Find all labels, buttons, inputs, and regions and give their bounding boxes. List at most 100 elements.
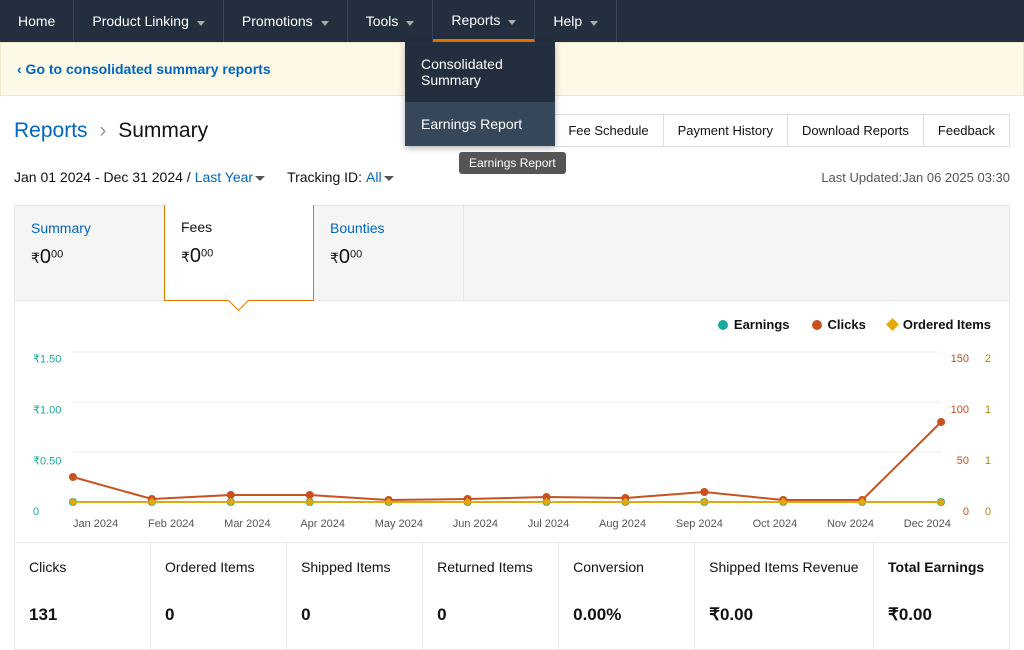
x-tick: Aug 2024 — [599, 518, 646, 530]
legend-clicks-label: Clicks — [828, 317, 866, 332]
last-updated-label: Last Updated: — [821, 170, 902, 185]
stat-total-earnings-value: ₹0.00 — [888, 605, 995, 625]
y-left-tick: ₹1.00 — [33, 404, 61, 417]
x-tick: May 2024 — [375, 518, 423, 530]
legend-earnings[interactable]: Earnings — [718, 317, 790, 332]
tab-summary-value: ₹000 — [31, 246, 148, 269]
nav-help[interactable]: Help — [535, 0, 617, 42]
breadcrumb-parent[interactable]: Reports — [14, 119, 88, 142]
y-right2-tick: 1 — [985, 455, 991, 467]
legend-ordered-items-label: Ordered Items — [903, 317, 991, 332]
chevron-down-icon — [255, 176, 265, 181]
dropdown-consolidated-summary[interactable]: Consolidated Summary — [405, 42, 555, 102]
breadcrumb: Reports › Summary — [14, 119, 208, 143]
chart: ₹1.50 ₹1.00 ₹0.50 0 150 100 50 0 2 1 1 0 — [33, 342, 991, 512]
legend-dot-icon — [812, 320, 822, 330]
x-tick: Jun 2024 — [453, 518, 498, 530]
stat-returned-items-label: Returned Items — [437, 559, 544, 575]
x-tick: Sep 2024 — [676, 518, 723, 530]
stat-shipped-revenue-value: ₹0.00 — [709, 605, 859, 625]
date-preset-selector[interactable]: Last Year — [195, 169, 265, 185]
y-right1-tick: 0 — [963, 506, 969, 518]
legend-earnings-label: Earnings — [734, 317, 790, 332]
legend-dot-icon — [718, 320, 728, 330]
nav-promotions-label: Promotions — [242, 13, 313, 29]
tracking-id-selector[interactable]: All — [366, 169, 394, 185]
stat-total-earnings: Total Earnings ₹0.00 — [874, 543, 1009, 649]
tracking-id-value: All — [366, 169, 382, 185]
y-left-tick: ₹1.50 — [33, 353, 61, 366]
chart-legend: Earnings Clicks Ordered Items — [33, 317, 991, 332]
stat-ordered-items-value: 0 — [165, 605, 272, 625]
banner-link[interactable]: ‹ Go to consolidated summary reports — [17, 61, 271, 77]
y-right2-tick: 0 — [985, 506, 991, 518]
stat-conversion-label: Conversion — [573, 559, 680, 575]
stat-conversion-value: 0.00% — [573, 605, 680, 625]
stat-returned-items-value: 0 — [437, 605, 544, 625]
nav-product-linking-label: Product Linking — [92, 13, 189, 29]
stat-shipped-items: Shipped Items 0 — [287, 543, 423, 649]
nav-home[interactable]: Home — [0, 0, 74, 42]
stat-shipped-revenue: Shipped Items Revenue ₹0.00 — [695, 543, 874, 649]
stat-total-earnings-label: Total Earnings — [888, 559, 995, 575]
date-preset-label: Last Year — [195, 169, 253, 185]
dropdown-earnings-label: Earnings Report — [421, 116, 522, 132]
tab-summary-label: Summary — [31, 220, 148, 236]
tab-fees[interactable]: Fees ₹000 — [164, 205, 314, 301]
x-tick: Feb 2024 — [148, 518, 194, 530]
nav-home-label: Home — [18, 13, 55, 29]
legend-clicks[interactable]: Clicks — [812, 317, 866, 332]
tracking-id-label: Tracking ID: — [287, 169, 362, 185]
x-tick: Jul 2024 — [528, 518, 570, 530]
stat-ordered-items-label: Ordered Items — [165, 559, 272, 575]
legend-ordered-items[interactable]: Ordered Items — [888, 317, 991, 332]
legend-diamond-icon — [886, 318, 899, 331]
nav-product-linking[interactable]: Product Linking — [74, 0, 224, 42]
link-fee-schedule[interactable]: Fee Schedule — [554, 115, 663, 146]
reports-dropdown: Consolidated Summary Earnings Report — [405, 42, 555, 146]
summary-tabs: Summary ₹000 Fees ₹000 Bounties ₹000 — [14, 205, 1010, 301]
tab-fees-label: Fees — [181, 219, 297, 235]
chevron-down-icon — [321, 13, 329, 29]
tab-summary[interactable]: Summary ₹000 — [15, 206, 165, 300]
y-right2-tick: 1 — [985, 404, 991, 416]
link-download-reports[interactable]: Download Reports — [788, 115, 924, 146]
x-tick: Mar 2024 — [224, 518, 270, 530]
stats-row: Clicks 131 Ordered Items 0 Shipped Items… — [14, 543, 1010, 650]
stat-shipped-revenue-label: Shipped Items Revenue — [709, 559, 859, 575]
x-tick: Dec 2024 — [904, 518, 951, 530]
tooltip: Earnings Report — [459, 152, 566, 174]
header-links: Fee Schedule Payment History Download Re… — [553, 114, 1010, 147]
stat-clicks-label: Clicks — [29, 559, 136, 575]
link-feedback[interactable]: Feedback — [924, 115, 1009, 146]
nav-tools[interactable]: Tools — [348, 0, 434, 42]
stat-ordered-items: Ordered Items 0 — [151, 543, 287, 649]
x-tick: Jan 2024 — [73, 518, 118, 530]
link-payment-history[interactable]: Payment History — [664, 115, 788, 146]
dropdown-consolidated-line1: Consolidated — [421, 56, 539, 72]
nav-reports[interactable]: Reports — [433, 0, 535, 42]
top-nav: Home Product Linking Promotions Tools Re… — [0, 0, 1024, 42]
chevron-down-icon — [406, 13, 414, 29]
nav-promotions[interactable]: Promotions — [224, 0, 348, 42]
y-left-tick: 0 — [33, 506, 39, 518]
y-left-tick: ₹0.50 — [33, 455, 61, 468]
y-right1-tick: 100 — [951, 404, 969, 416]
tab-bounties[interactable]: Bounties ₹000 — [314, 206, 464, 300]
last-updated-value: Jan 06 2025 03:30 — [902, 170, 1010, 185]
page-title: Summary — [118, 119, 208, 142]
chevron-down-icon — [508, 12, 516, 28]
chevron-down-icon — [197, 13, 205, 29]
x-tick: Apr 2024 — [300, 518, 345, 530]
breadcrumb-sep: › — [99, 119, 106, 142]
dropdown-consolidated-line2: Summary — [421, 72, 539, 88]
y-right2-tick: 2 — [985, 353, 991, 365]
tab-fees-value: ₹000 — [181, 245, 297, 268]
x-tick: Nov 2024 — [827, 518, 874, 530]
date-range: Jan 01 2024 - Dec 31 2024 / — [14, 169, 191, 185]
stat-shipped-items-label: Shipped Items — [301, 559, 408, 575]
dropdown-earnings-report[interactable]: Earnings Report — [405, 102, 555, 146]
y-right1-tick: 50 — [957, 455, 969, 467]
nav-tools-label: Tools — [366, 13, 399, 29]
last-updated: Last Updated:Jan 06 2025 03:30 — [821, 170, 1010, 185]
